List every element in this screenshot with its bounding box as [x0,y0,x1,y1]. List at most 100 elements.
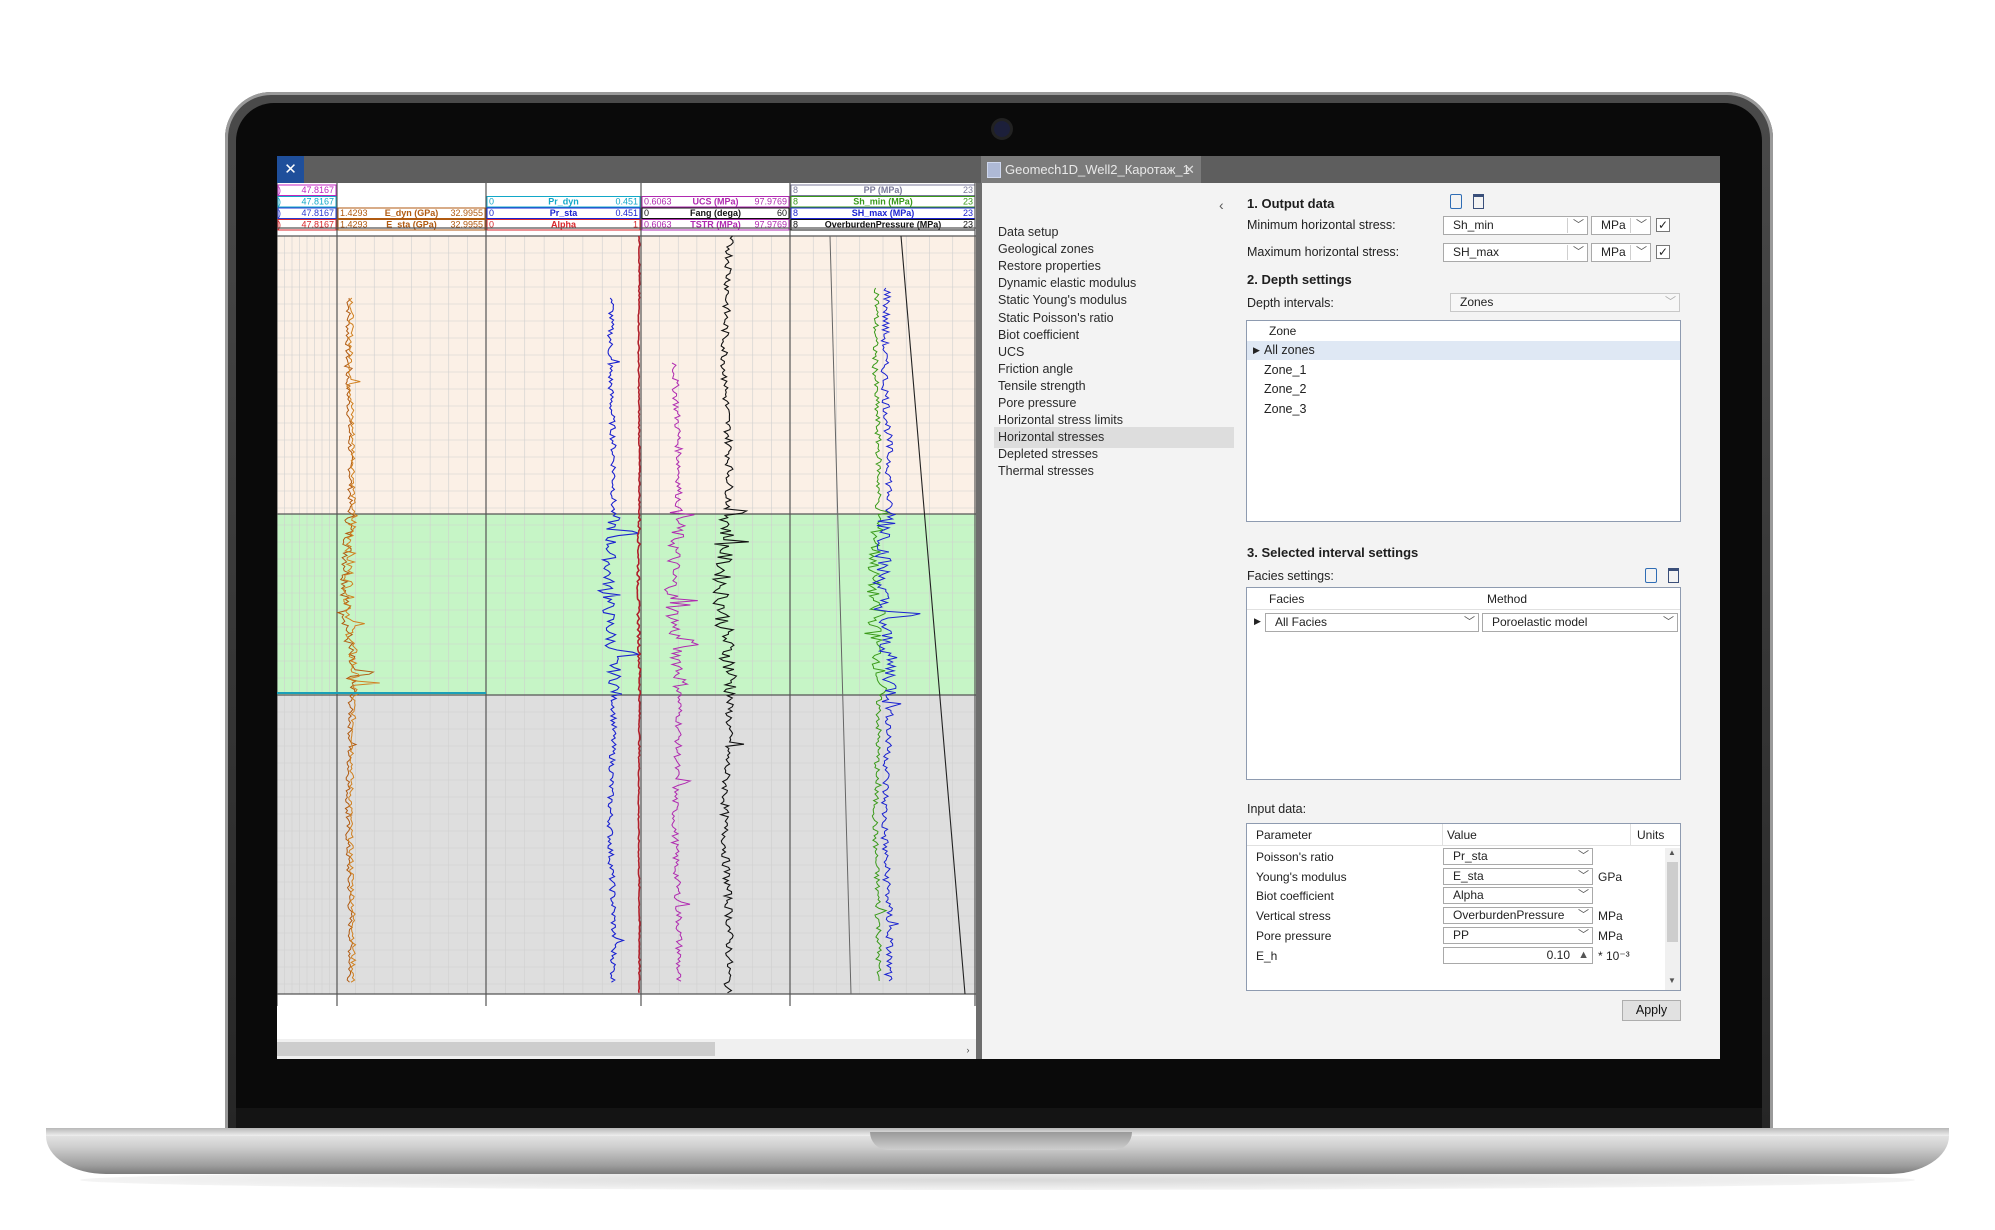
method-value: Poroelastic model [1492,615,1588,629]
facies-select[interactable]: All Facies ﹀ [1265,613,1479,632]
zone-column-header: Zone [1269,324,1297,338]
curve-header-name: E_dyn (GPa) [385,208,439,218]
curve-header-name: Fang (dega) [690,208,741,218]
curve-header-min: 8 [793,208,798,218]
depth-section-title: 2. Depth settings [1247,272,1352,287]
parameter-cell: E_h [1256,948,1278,963]
curve-header-max: 0.451 [615,208,638,218]
apply-button[interactable]: Apply [1622,1000,1681,1021]
value-text: Pr_sta [1453,849,1488,863]
value-text: Alpha [1453,888,1484,903]
scrollbar-thumb[interactable] [1667,862,1678,942]
value-text: OverburdenPressure [1453,908,1565,923]
collapse-nav-icon[interactable]: ‹ [1219,197,1233,213]
curve-header-min: 0 [489,208,494,218]
title-bar: ✕ Geomech1D_Well2_Каротаж_1 ✕ [277,156,1720,183]
scroll-up-icon[interactable]: ▲ [1668,848,1676,857]
max-unit-select[interactable]: MPa ﹀ [1591,243,1651,262]
curve-header-name: Sh_min (MPa) [853,197,913,207]
document-tab[interactable]: Geomech1D_Well2_Каротаж_1 ✕ [981,156,1201,183]
curve-header-min: 8 [793,197,798,207]
camera-icon [994,121,1010,137]
zone-name: Zone_3 [1264,401,1307,416]
method-select[interactable]: Poroelastic model ﹀ [1482,613,1678,632]
value-column-header: Value [1447,828,1477,842]
zone-upper-band [277,236,976,514]
value-select[interactable]: E_sta ﹀ [1443,867,1593,885]
value-text: E_sta [1453,868,1484,883]
min-stress-select[interactable]: Sh_min ﹀ [1443,216,1588,235]
parameter-cell: Pore pressure [1256,928,1332,943]
output-section-title: 1. Output data [1247,196,1335,211]
units-cell: MPa [1598,909,1623,924]
depth-intervals-value: Zones [1460,295,1494,309]
document-icon[interactable] [1450,194,1462,209]
tab-title: Geomech1D_Well2_Каротаж_1 [1005,162,1190,177]
units-cell: GPa [1598,869,1623,884]
app-screen: ✕ Geomech1D_Well2_Каротаж_1 ✕ ) 47.8167) 4… [277,156,1720,1059]
curve-header-max: 32.9955 [450,208,483,218]
curve-header-name: Pr_sta [550,208,579,218]
nav-item-thermal-stresses[interactable]: Thermal stresses [994,461,1234,482]
input-data-table: Parameter Value Units Poisson's ratio Pr_… [1246,823,1681,991]
min-stress-checkbox[interactable]: ✓ [1656,218,1670,232]
max-unit-value: MPa [1601,245,1626,259]
parameter-column-header: Parameter [1256,828,1313,842]
curve-header-name: PP (MPa) [864,185,903,195]
laptop-notch [870,1132,1132,1150]
curve-header-min: 8 [793,185,798,195]
curve-header-max: 60 [777,208,787,218]
trash-icon[interactable] [1473,194,1484,209]
chevron-down-icon: ﹀ [1636,219,1647,231]
trash-icon[interactable] [1668,568,1679,583]
curve-header-max: 23 [963,185,973,195]
document-icon[interactable] [1645,568,1657,583]
max-stress-checkbox[interactable]: ✓ [1656,245,1670,259]
max-stress-value: SH_max [1453,245,1500,259]
curve-header-name: UCS (MPa) [692,197,738,207]
settings-panel: ‹ Data setup Geological zones Restore prop… [982,183,1720,1059]
document-icon [987,162,1001,178]
units-cell: * 10⁻³ [1598,948,1630,963]
well-log-tracks[interactable]: ) 47.8167) 47.8167) 47.8167) 47.81671.4293 E_… [277,183,976,1059]
facies-table: Facies Method ▶ All Facies ﹀ Poroelastic… [1246,587,1681,780]
zone-row[interactable]: Zone_1 [1247,361,1680,380]
parameter-cell: Vertical stress [1256,909,1331,924]
parameter-cell: Young's modulus [1256,869,1347,884]
curve-header-min: 0 [644,208,649,218]
zone-row[interactable]: Zone_2 [1247,380,1680,399]
zone-name: All zones [1264,343,1315,357]
curve-header-min: ) [278,208,281,218]
chevron-down-icon: ﹀ [1636,246,1647,258]
well-log-panel[interactable]: ) 47.8167) 47.8167) 47.8167) 47.8167 1.4293 E_… [277,183,976,1059]
interval-section-title: 3. Selected interval settings [1247,545,1419,560]
min-stress-value: Sh_min [1453,218,1494,232]
facies-column-header: Facies [1269,592,1305,606]
max-stress-select[interactable]: SH_max ﹀ [1443,243,1588,262]
scroll-down-icon[interactable]: ▼ [1668,976,1676,985]
min-unit-select[interactable]: MPa ﹀ [1591,216,1651,235]
zone-row[interactable]: ▶ All zones [1247,341,1680,360]
curve-header-max: 23 [963,208,973,218]
zone-row[interactable]: Zone_3 [1247,400,1680,419]
max-stress-label: Maximum horizontal stress: [1247,245,1400,259]
value-select[interactable]: Alpha ﹀ [1443,887,1593,905]
chevron-down-icon: ﹀ [1578,909,1589,922]
value-select[interactable]: 0.10 ▲ [1443,946,1593,964]
curve-header-min: ) [278,185,281,195]
curve-header-max: 47.8167 [301,197,334,207]
value-select[interactable]: OverburdenPressure ﹀ [1443,907,1593,925]
close-panel-button[interactable]: ✕ [277,156,304,183]
value-select[interactable]: Pr_sta ﹀ [1443,848,1593,865]
row-marker-icon: ▶ [1254,616,1261,626]
chevron-down-icon: ﹀ [1464,616,1475,628]
value-select[interactable]: PP ﹀ [1443,926,1593,944]
chevron-down-icon: ﹀ [1573,219,1584,231]
curve-header-max: 23 [963,197,973,207]
vertical-scrollbar[interactable]: ▲ ▼ [1665,848,1680,990]
curve-header-min: 0.6063 [644,197,672,207]
depth-intervals-label: Depth intervals: [1247,296,1334,310]
curve-header-min: 1.4293 [340,208,368,218]
tab-close-icon[interactable]: ✕ [1184,156,1195,183]
depth-intervals-select[interactable]: Zones ﹀ [1450,293,1680,312]
